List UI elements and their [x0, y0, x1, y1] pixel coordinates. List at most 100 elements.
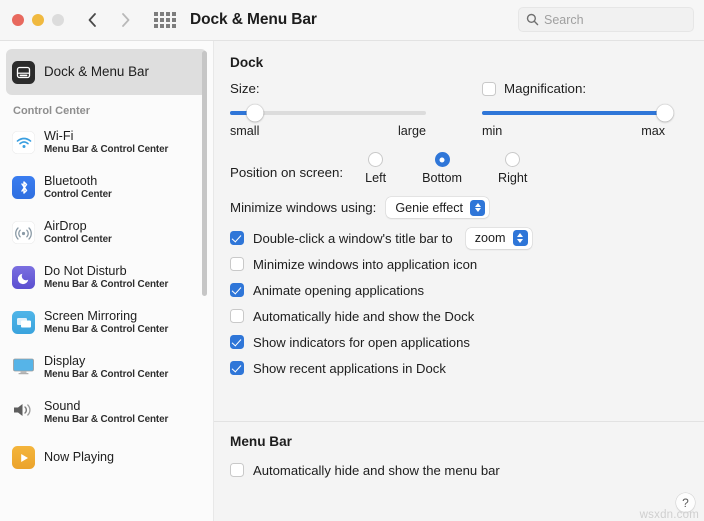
auto-hide-dock-checkbox[interactable] [230, 309, 244, 323]
dock-checkbox-row: Show indicators for open applications [230, 331, 688, 353]
double-click-value: zoom [474, 231, 506, 245]
page-title: Dock & Menu Bar [190, 11, 317, 28]
traffic-light-buttons [12, 14, 64, 26]
magnification-checkbox[interactable] [482, 81, 496, 96]
dock-size-slider-thumb[interactable] [246, 104, 264, 122]
search-field[interactable] [518, 7, 694, 32]
dock-checkbox-row: Automatically hide and show the Dock [230, 305, 688, 327]
dock-position-label-right: Right [498, 171, 528, 185]
double-click-label: Double-click a window's title bar to [253, 230, 453, 246]
sidebar-item-label: Dock & Menu Bar [44, 64, 149, 80]
dock-magnification-control: Magnification: min max [482, 81, 688, 138]
magnification-slider[interactable] [482, 104, 674, 122]
dock-size-max-label: large [397, 124, 426, 138]
sidebar-scrollbar[interactable] [202, 51, 207, 296]
magnification-slider-thumb[interactable] [656, 104, 674, 122]
watermark: wsxdn.com [639, 509, 699, 521]
dock-size-control: Size: small large [230, 81, 482, 138]
dock-checkbox-row: Show recent applications in Dock [230, 357, 688, 379]
sidebar-item-sublabel: Control Center [44, 189, 112, 201]
sidebar-item-bluetooth[interactable]: Bluetooth Control Center [6, 165, 207, 210]
sidebar-item-do-not-disturb[interactable]: Do Not Disturb Menu Bar & Control Center [6, 255, 207, 300]
sidebar-item-airdrop[interactable]: AirDrop Control Center [6, 210, 207, 255]
dock-position-option-left[interactable]: Left [365, 152, 386, 185]
show-recent-apps-label: Show recent applications in Dock [253, 360, 446, 376]
zoom-button[interactable] [52, 14, 64, 26]
sidebar-item-screen-mirroring[interactable]: Screen Mirroring Menu Bar & Control Cent… [6, 300, 207, 345]
sidebar-item-sublabel: Menu Bar & Control Center [44, 414, 169, 426]
menu-bar-autohide-row: Automatically hide and show the menu bar [230, 459, 688, 481]
forward-icon[interactable] [118, 11, 132, 29]
sidebar-item-label: AirDrop [44, 219, 87, 234]
sidebar-item-sublabel: Menu Bar & Control Center [44, 369, 169, 381]
show-indicators-checkbox[interactable] [230, 335, 244, 349]
now-playing-icon [12, 446, 35, 469]
chevron-updown-icon [512, 230, 528, 246]
dock-menu-bar-icon [12, 60, 35, 84]
minimize-into-app-icon-checkbox[interactable] [230, 257, 244, 271]
sidebar-item-sound[interactable]: Sound Menu Bar & Control Center [6, 390, 207, 435]
sidebar-item-dock-menu-bar[interactable]: Dock & Menu Bar [6, 49, 207, 95]
show-indicators-label: Show indicators for open applications [253, 334, 470, 350]
auto-hide-dock-label: Automatically hide and show the Dock [253, 308, 475, 324]
show-all-grid-icon[interactable] [154, 11, 176, 29]
airdrop-icon [12, 221, 35, 244]
magnification-slider-track[interactable] [482, 111, 665, 115]
magnification-label: Magnification: [504, 81, 587, 96]
display-icon [12, 356, 35, 379]
back-icon[interactable] [86, 11, 100, 29]
minimize-into-app-icon-label: Minimize windows into application icon [253, 256, 478, 272]
dock-position-option-right[interactable]: Right [498, 152, 527, 185]
menu-bar-section: Menu Bar Automatically hide and show the… [214, 422, 704, 481]
sidebar-item-now-playing[interactable]: Now Playing [6, 435, 207, 480]
dock-position-radio-left[interactable] [368, 152, 384, 167]
dock-size-slider[interactable] [230, 104, 426, 122]
sound-icon [12, 401, 35, 424]
dock-position-label-left: Left [365, 171, 387, 185]
dock-section-title: Dock [230, 55, 264, 70]
system-preferences-window: Dock & Menu Bar Search Dock & Menu Bar C… [0, 0, 704, 521]
dock-position-radio-bottom[interactable] [434, 152, 450, 167]
dock-size-min-label: small [230, 124, 260, 138]
search-input[interactable] [544, 12, 686, 27]
sidebar-item-label: Display [44, 354, 86, 369]
sidebar-item-label: Wi-Fi [44, 129, 74, 144]
minimize-effect-value: Genie effect [395, 200, 464, 215]
dock-position-label-bottom: Bottom [422, 171, 463, 185]
sidebar-item-sublabel: Menu Bar & Control Center [44, 144, 169, 156]
magnification-min-label: min [482, 124, 503, 138]
double-click-dropdown[interactable]: zoom [465, 227, 532, 249]
menu-bar-autohide-checkbox[interactable] [230, 463, 244, 477]
sidebar-item-label: Now Playing [44, 450, 114, 465]
magnification-slider-fill [482, 111, 665, 115]
minimize-effect-dropdown[interactable]: Genie effect [386, 197, 490, 218]
dock-position-label: Position on screen: [230, 165, 344, 180]
screen-mirroring-icon [12, 311, 35, 334]
animate-opening-apps-label: Animate opening applications [253, 282, 425, 298]
close-button[interactable] [12, 14, 24, 26]
menu-bar-autohide-label: Automatically hide and show the menu bar [253, 462, 500, 478]
dock-position-radio-right[interactable] [505, 152, 521, 167]
sidebar-item-wifi[interactable]: Wi-Fi Menu Bar & Control Center [6, 120, 207, 165]
main-pane: Dock Size: small large Magnification: mi… [213, 41, 704, 521]
sidebar-item-sublabel: Menu Bar & Control Center [44, 324, 169, 336]
titlebar: Dock & Menu Bar [0, 0, 704, 41]
menu-bar-section-title: Menu Bar [230, 434, 292, 449]
minimize-button[interactable] [32, 14, 44, 26]
dock-size-label: Size: [230, 81, 260, 96]
magnification-max-label: max [641, 124, 665, 138]
double-click-checkbox[interactable] [230, 231, 244, 245]
sidebar-item-sublabel: Menu Bar & Control Center [44, 279, 169, 291]
minimize-effect-label: Minimize windows using: [230, 200, 377, 215]
wifi-icon [12, 131, 35, 154]
animate-opening-apps-checkbox[interactable] [230, 283, 244, 297]
dock-position-option-bottom[interactable]: Bottom [422, 152, 462, 185]
dock-checkbox-row: Minimize windows into application icon [230, 253, 688, 275]
chevron-updown-icon [470, 199, 486, 216]
sidebar-item-label: Screen Mirroring [44, 309, 138, 324]
sidebar-group-label: Control Center [13, 105, 90, 117]
search-icon [526, 13, 539, 26]
show-recent-apps-checkbox[interactable] [230, 361, 244, 375]
sidebar-item-display[interactable]: Display Menu Bar & Control Center [6, 345, 207, 390]
sidebar-item-label: Do Not Disturb [44, 264, 127, 279]
